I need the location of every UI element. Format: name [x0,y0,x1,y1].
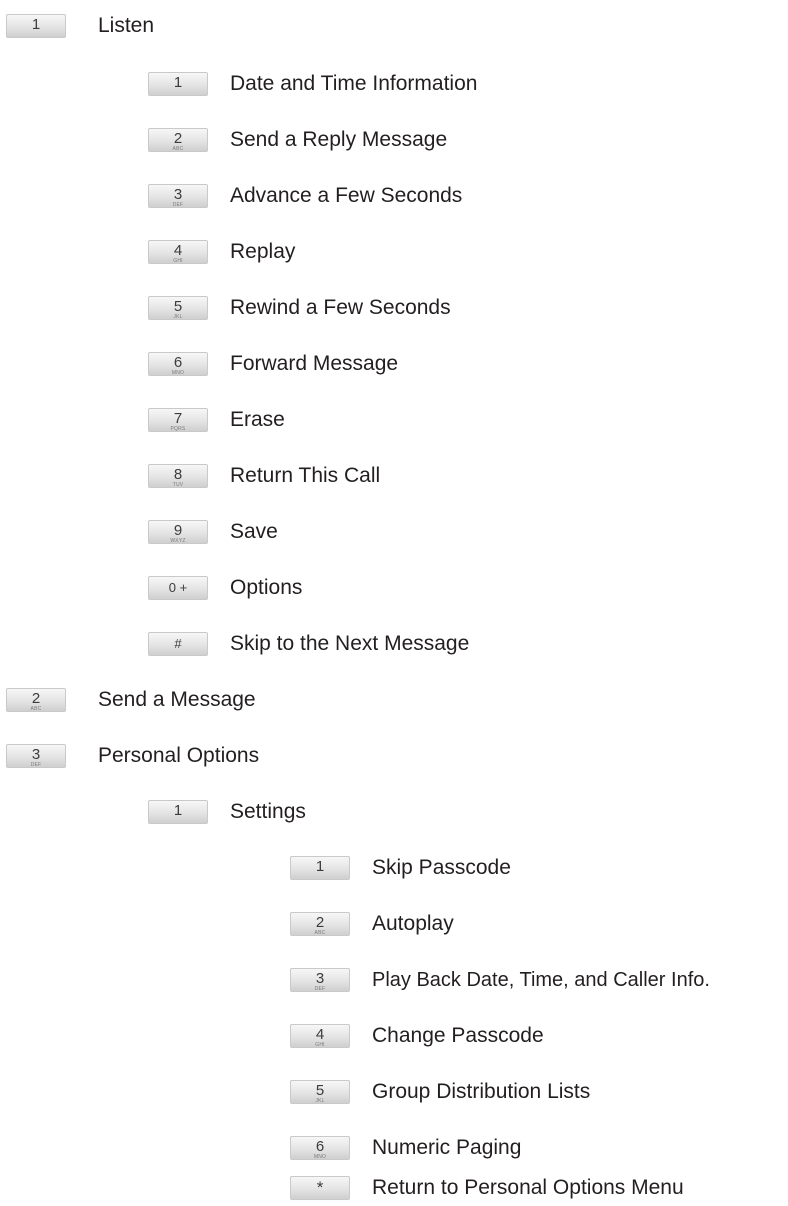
key-letters: MNO [171,370,185,376]
keypad-key-9: 9 WXYZ [148,520,208,544]
keypad-key-3: 3 DEF [148,184,208,208]
key-letters: DEF [314,986,326,992]
key-digit: 2 [315,914,325,931]
menu-item-label: Return to Personal Options Menu [372,1176,684,1199]
key-digit: 3 [315,970,325,987]
keypad-key-2: 2 ABC [290,912,350,936]
key-digit: # [174,636,182,651]
menu-item-label: Forward Message [230,352,399,375]
key-digit: 1 [315,858,325,875]
menu-item-label: Group Distribution Lists [372,1080,591,1103]
keypad-key-hash: # [148,632,208,656]
key-digit: 6 [173,354,183,371]
key-letters: DEF [30,762,42,768]
menu-item-label: Autoplay [372,912,454,935]
key-digit: 6 [315,1138,325,1155]
menu-item-label: Erase [230,408,285,431]
keypad-key-1: 1 [148,72,208,96]
menu-item-label: Change Passcode [372,1024,544,1047]
key-digit: 1 [31,16,41,33]
key-digit: 0 + [168,580,188,595]
key-digit: 4 [173,242,183,259]
keypad-key-5: 5 JKL [148,296,208,320]
key-digit: 7 [173,410,183,427]
menu-item-label: Settings [230,800,306,823]
menu-item-label: Skip Passcode [372,856,511,879]
key-digit: 1 [173,802,183,819]
menu-item-label: Numeric Paging [372,1136,522,1159]
key-letters: JKL [173,314,183,320]
key-digit: 8 [173,466,183,483]
key-letters: ABC [314,930,326,936]
keypad-key-3: 3 DEF [290,968,350,992]
menu-item-label: Personal Options [98,744,260,767]
keypad-key-3: 3 DEF [6,744,66,768]
keypad-key-6: 6 MNO [148,352,208,376]
menu-item-label: Rewind a Few Seconds [230,296,451,319]
key-digit: 1 [173,74,183,91]
keypad-key-1: 1 [290,856,350,880]
menu-item-label: Date and Time Information [230,72,478,95]
keypad-key-1: 1 [6,14,66,38]
keypad-key-0: 0 + [148,576,208,600]
key-digit: 4 [315,1026,325,1043]
key-digit: 9 [173,522,183,539]
key-letters: DEF [172,202,184,208]
key-digit: 2 [173,130,183,147]
keypad-key-star: * [290,1176,350,1200]
keypad-key-6: 6 MNO [290,1136,350,1160]
keypad-key-4: 4 GHI [290,1024,350,1048]
menu-item-label: Advance a Few Seconds [230,184,463,207]
keypad-key-2: 2 ABC [148,128,208,152]
key-digit: 3 [173,186,183,203]
key-letters: MNO [313,1154,327,1160]
menu-item-label: Save [230,520,278,543]
key-digit: 3 [31,746,41,763]
key-digit: 2 [31,690,41,707]
key-digit: 5 [173,298,183,315]
menu-item-label: Replay [230,240,296,263]
keypad-key-1: 1 [148,800,208,824]
menu-item-label: Send a Reply Message [230,128,448,151]
menu-item-label: Skip to the Next Message [230,632,470,655]
menu-item-label: Play Back Date, Time, and Caller Info. [372,969,710,991]
key-letters: TUV [172,482,184,488]
menu-item-label: Listen [98,14,155,37]
keypad-key-8: 8 TUV [148,464,208,488]
key-digit: 5 [315,1082,325,1099]
menu-item-label: Send a Message [98,688,256,711]
key-letters: GHI [173,258,183,264]
key-digit: * [316,1178,324,1197]
key-letters: WXYZ [170,538,186,544]
keypad-key-7: 7 PQRS [148,408,208,432]
key-letters: GHI [315,1042,325,1048]
keypad-key-5: 5 JKL [290,1080,350,1104]
key-letters: ABC [172,146,184,152]
key-letters: JKL [315,1098,325,1104]
key-letters: PQRS [170,426,186,432]
keypad-key-2: 2 ABC [6,688,66,712]
keypad-key-4: 4 GHI [148,240,208,264]
menu-item-label: Return This Call [230,464,381,487]
key-letters: ABC [30,706,42,712]
menu-item-label: Options [230,576,303,599]
